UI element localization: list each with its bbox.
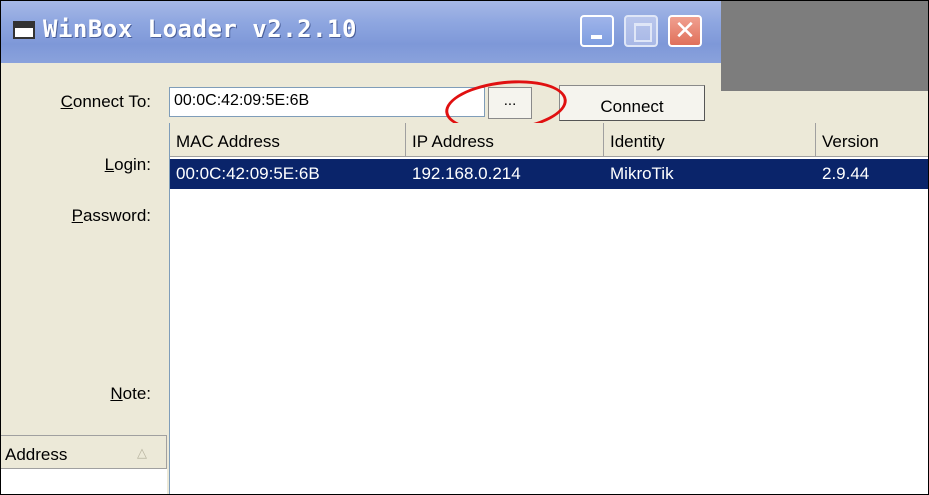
table-header: MAC Address IP Address Identity Version [170,123,928,157]
screenshot-frame: WinBox Loader v2.2.10 ✕ Connect To: Logi… [0,0,929,495]
close-button[interactable]: ✕ [668,15,702,47]
connect-button[interactable]: Connect [559,85,705,121]
address-list[interactable] [1,469,167,494]
password-label: Password: [71,206,151,225]
column-version[interactable]: Version [816,123,928,157]
title-bar[interactable]: WinBox Loader v2.2.10 ✕ [1,1,721,63]
address-column-header[interactable]: Address △ [1,435,167,469]
maximize-button[interactable] [624,15,658,47]
cell-ip-address: 192.168.0.214 [412,164,521,183]
address-header-label: Address [5,445,68,464]
connect-to-label: Connect To: [60,92,151,111]
close-icon: ✕ [674,16,696,46]
column-ip-address[interactable]: IP Address [406,123,604,157]
cell-identity: MikroTik [610,164,674,183]
table-row[interactable]: 00:0C:42:09:5E:6B 192.168.0.214 MikroTik… [170,159,928,189]
window-title: WinBox Loader v2.2.10 [43,15,357,43]
window-icon [13,21,35,39]
neighbors-table[interactable]: MAC Address IP Address Identity Version … [169,123,928,494]
login-label: Login: [104,155,151,174]
minimize-button[interactable] [580,15,614,47]
note-label: Note: [110,384,151,403]
column-identity[interactable]: Identity [604,123,816,157]
cell-version: 2.9.44 [822,164,870,183]
connect-to-input[interactable]: 00:0C:42:09:5E:6B [169,87,485,117]
sort-ascending-icon: △ [137,445,147,460]
cell-mac-address: 00:0C:42:09:5E:6B [176,164,320,183]
desktop-background [721,1,928,91]
column-mac-address[interactable]: MAC Address [170,123,406,157]
